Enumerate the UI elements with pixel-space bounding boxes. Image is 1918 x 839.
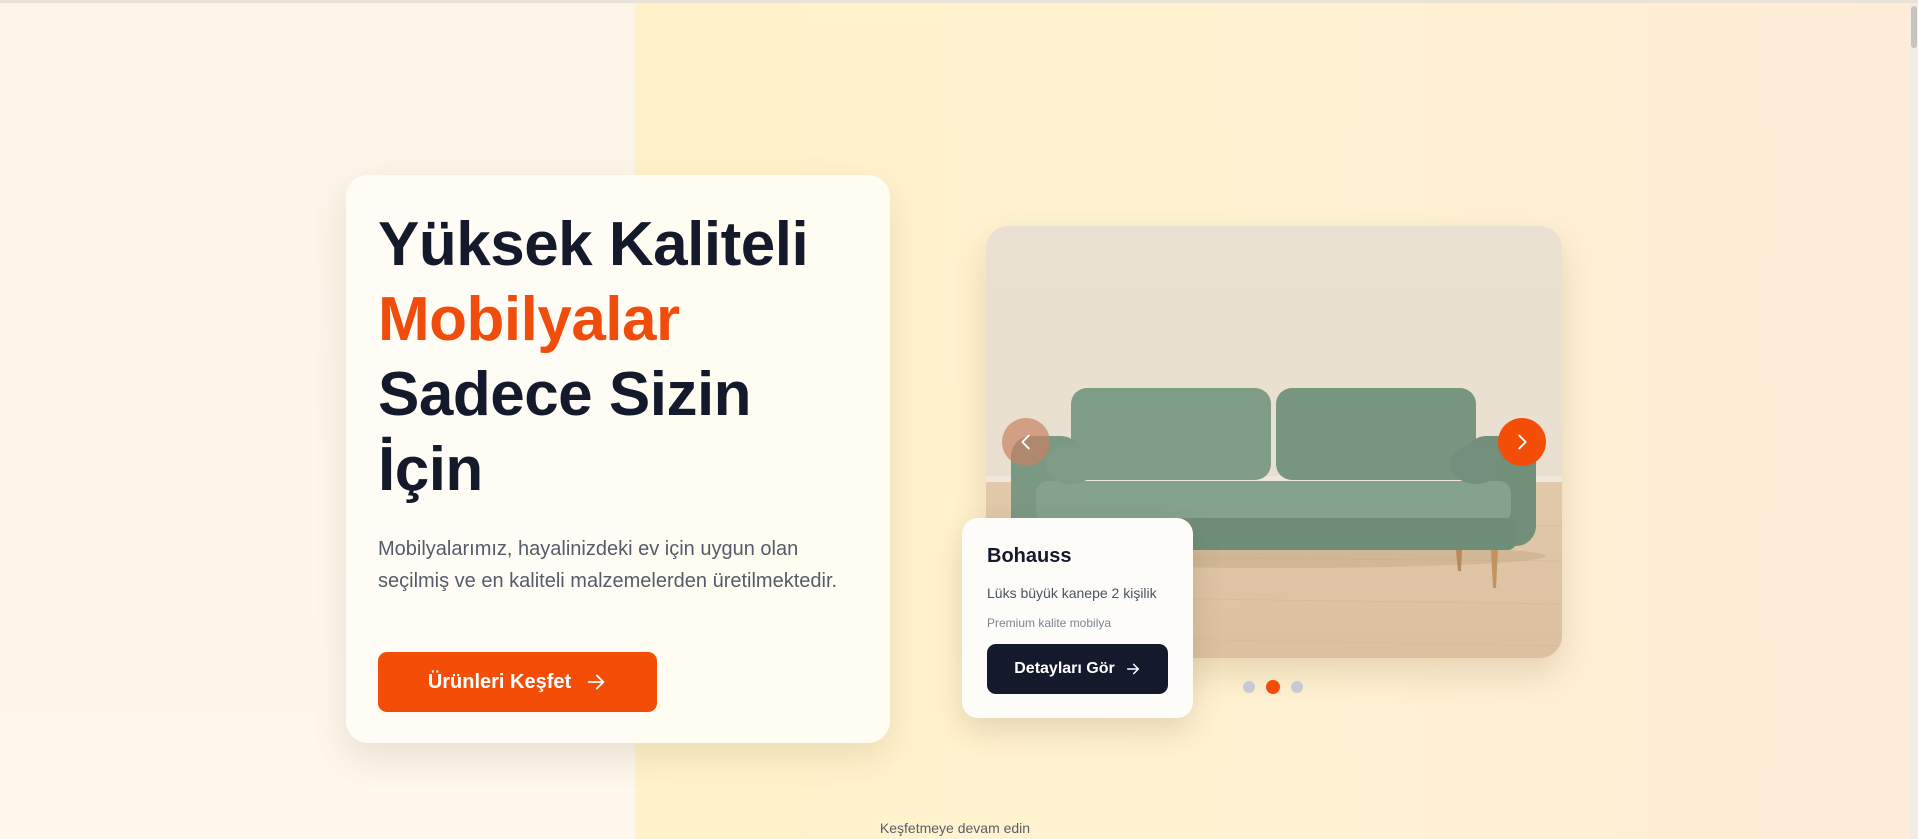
product-subtitle: Premium kalite mobilya xyxy=(987,616,1112,630)
view-details-label: Detayları Gör xyxy=(1014,660,1115,677)
slider-prev-button[interactable] xyxy=(1002,418,1050,466)
hero-title-line1: Yüksek Kaliteli xyxy=(378,210,809,279)
page-scrollbar-thumb[interactable] xyxy=(1911,6,1917,48)
arrow-right-icon xyxy=(587,674,605,690)
product-description: Lüks büyük kanepe 2 kişilik xyxy=(987,585,1157,601)
product-info-card: Bohauss Lüks büyük kanepe 2 kişilik Prem… xyxy=(962,518,1193,718)
slider-dot-1[interactable] xyxy=(1243,681,1255,693)
explore-products-label: Ürünleri Keşfet xyxy=(427,670,572,693)
arrow-right-icon xyxy=(1126,663,1139,675)
hero-description: Mobilyalarımız, hayalinizdeki ev için uy… xyxy=(378,538,838,592)
explore-products-button[interactable]: Ürünleri Keşfet xyxy=(378,652,657,712)
slider-dot-3[interactable] xyxy=(1291,681,1303,693)
slider-dots xyxy=(1243,680,1303,694)
view-details-button[interactable]: Detayları Gör xyxy=(987,644,1168,694)
chevron-left-icon xyxy=(1021,434,1030,450)
slider-next-button[interactable] xyxy=(1498,418,1546,466)
product-name: Bohauss xyxy=(987,545,1072,567)
hero-title-accent: Mobilyalar xyxy=(378,285,680,354)
page-scrollbar[interactable] xyxy=(1910,3,1918,839)
chevron-right-icon xyxy=(1518,434,1527,450)
scroll-hint: Keşfetmeye devam edin xyxy=(879,820,1031,836)
hero-title-line3: Sadece Sizin xyxy=(378,360,752,429)
slider-dot-2[interactable] xyxy=(1266,680,1280,694)
hero-title: Yüksek Kaliteli Mobilyalar Sadece Sizin … xyxy=(378,207,868,507)
hero-card: Yüksek Kaliteli Mobilyalar Sadece Sizin … xyxy=(346,175,890,743)
hero-title-line4: İçin xyxy=(378,435,483,504)
